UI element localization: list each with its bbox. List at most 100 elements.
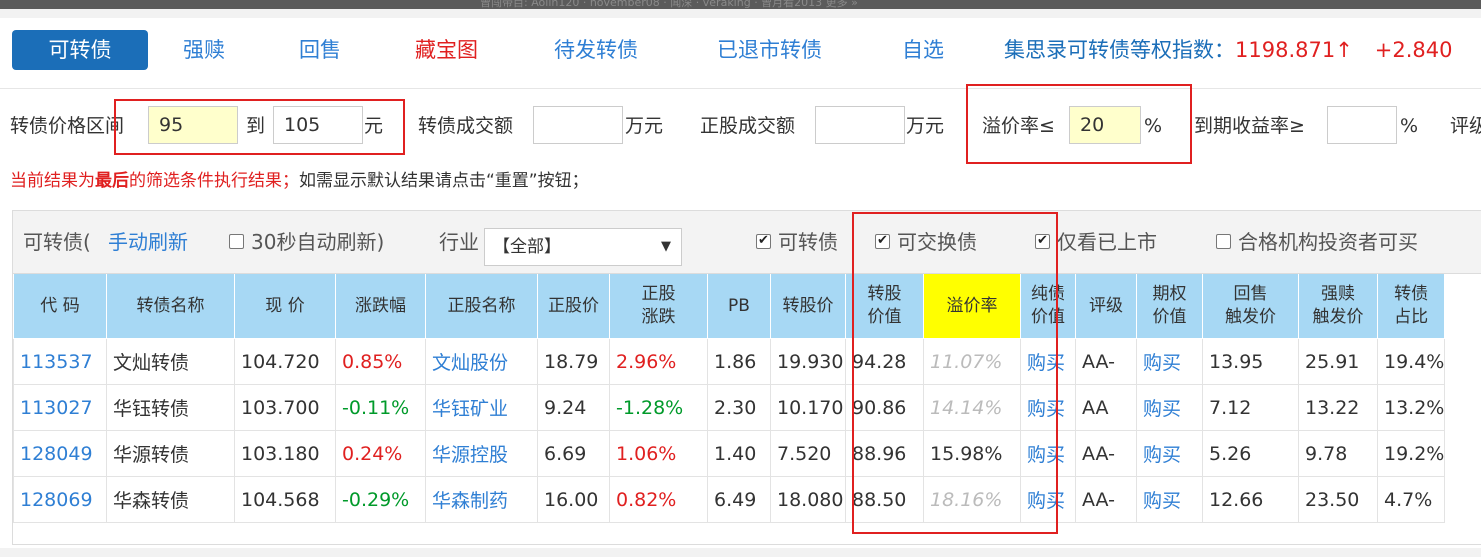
cell-option-value[interactable]: 购买 [1136, 476, 1203, 523]
column-header-conv-price[interactable]: 转股价 [770, 274, 846, 339]
cell-stock-name[interactable]: 文灿股份 [425, 338, 538, 385]
column-header-bond-ratio[interactable]: 转债 占比 [1376, 274, 1446, 339]
cell-stock-price: 6.69 [537, 430, 610, 477]
cell-stock-change: -1.28% [609, 384, 708, 431]
cell-bond-value[interactable]: 购买 [1020, 338, 1076, 385]
ytm-label: 到期收益率≥ [1194, 115, 1305, 137]
cell-code[interactable]: 113027 [13, 384, 107, 431]
premium-unit: % [1144, 115, 1163, 137]
cell-option-value[interactable]: 购买 [1136, 338, 1203, 385]
cb-filter-toggle[interactable]: ✔ 可转债 [756, 222, 838, 262]
exchangeable-filter-toggle[interactable]: ✔ 可交换债 [875, 222, 977, 262]
cell-conv-value: 88.50 [845, 476, 924, 523]
tab-convertible-bonds[interactable]: 可转债 [12, 30, 148, 70]
qualified-filter-toggle[interactable]: 合格机构投资者可买 [1216, 222, 1418, 262]
column-header-stock-price[interactable]: 正股价 [537, 274, 610, 339]
cell-premium: 18.16% [923, 476, 1021, 523]
cell-stock-price: 16.00 [537, 476, 610, 523]
manual-refresh-link[interactable]: 手动刷新 [108, 222, 188, 262]
auto-refresh-checkbox[interactable] [229, 234, 244, 249]
cell-stock-change: 1.06% [609, 430, 708, 477]
stock-volume-label: 正股成交额 [700, 115, 796, 137]
cell-stock-price: 9.24 [537, 384, 610, 431]
column-header-option-value[interactable]: 期权 价值 [1136, 274, 1203, 339]
ytm-unit: % [1400, 115, 1419, 137]
cell-putback-trigger: 12.66 [1202, 476, 1299, 523]
column-header-price[interactable]: 现 价 [234, 274, 336, 339]
table-header-row: 代 码转债名称现 价涨跌幅 正股名称 正股价 正股 涨跌 PB 转股价 转股 价值 溢价率 纯债… [13, 274, 1446, 339]
cell-price: 104.720 [234, 338, 336, 385]
cell-bond-name: 文灿转债 [106, 338, 235, 385]
index-change: +2.840 [1374, 38, 1453, 62]
qualified-filter-checkbox[interactable] [1216, 234, 1231, 249]
column-header-redeem-trigger[interactable]: 强赎 触发价 [1298, 274, 1378, 339]
table-toolbar: 可转债( 手动刷新 30秒自动刷新) 行业 【全部】 ▼ ✔ 可转债 ✔ 可交换债 ✔… [13, 211, 1481, 274]
table-row: 113027 华钰转债 103.700 -0.11% 华钰矿业 9.24 -1.28% 2.3… [13, 384, 1446, 431]
industry-select[interactable]: 【全部】 ▼ [484, 228, 682, 266]
index-display[interactable]: 集思录可转债等权指数：1198.871↑ +2.840 [1004, 30, 1453, 70]
column-header-stock-name[interactable]: 正股名称 [425, 274, 538, 339]
premium-input[interactable]: 20 [1069, 106, 1141, 144]
tab-putback[interactable]: 回售 [299, 30, 341, 70]
column-header-premium[interactable]: 溢价率 [923, 274, 1021, 339]
cell-premium: 11.07% [923, 338, 1021, 385]
cell-pb: 1.40 [707, 430, 771, 477]
cell-conv-value: 88.96 [845, 430, 924, 477]
column-header-bond-value[interactable]: 纯债 价值 [1020, 274, 1076, 339]
price-max-input[interactable]: 105 [273, 106, 363, 144]
cell-pb: 6.49 [707, 476, 771, 523]
cell-stock-change: 0.82% [609, 476, 708, 523]
column-header-stock-change[interactable]: 正股 涨跌 [609, 274, 708, 339]
cell-bond-value[interactable]: 购买 [1020, 430, 1076, 477]
cell-stock-name[interactable]: 华源控股 [425, 430, 538, 477]
tab-delisted[interactable]: 已退市转债 [717, 30, 822, 70]
table-row: 128049 华源转债 103.180 0.24% 华源控股 6.69 1.06% 1.40 7… [13, 430, 1446, 477]
price-range-label: 转债价格区间 [10, 115, 125, 137]
cell-pb: 1.86 [707, 338, 771, 385]
tab-treasure-map[interactable]: 藏宝图 [415, 30, 478, 70]
cell-redeem-trigger: 9.78 [1298, 430, 1378, 477]
cell-option-value[interactable]: 购买 [1136, 430, 1203, 477]
exchangeable-filter-label: 可交换债 [897, 230, 977, 254]
tab-forced-redemption[interactable]: 强赎 [183, 30, 225, 70]
cell-code[interactable]: 128069 [13, 476, 107, 523]
cell-code[interactable]: 128049 [13, 430, 107, 477]
column-header-change[interactable]: 涨跌幅 [335, 274, 426, 339]
table-row: 113537 文灿转债 104.720 0.85% 文灿股份 18.79 2.96% 1.86… [13, 338, 1446, 385]
yuan-unit: 元 [364, 115, 384, 137]
filter-row: 转债价格区间 95 到 105 元 转债成交额 万元 正股成交额 万元 溢价率≤… [0, 106, 1481, 146]
index-label: 集思录可转债等权指数： [1004, 38, 1235, 62]
tab-pending-issue[interactable]: 待发转债 [554, 30, 638, 70]
column-header-rating[interactable]: 评级 [1075, 274, 1137, 339]
exchangeable-filter-checkbox[interactable]: ✔ [875, 234, 890, 249]
auto-refresh-toggle[interactable]: 30秒自动刷新) [229, 222, 384, 262]
column-header-code[interactable]: 代 码 [13, 274, 107, 339]
cell-stock-name[interactable]: 华钰矿业 [425, 384, 538, 431]
column-header-putback-trigger[interactable]: 回售 触发价 [1202, 274, 1299, 339]
cell-bond-ratio: 4.7% [1376, 476, 1446, 523]
ytm-input[interactable] [1327, 106, 1397, 144]
cell-change: -0.11% [335, 384, 426, 431]
listed-filter-checkbox[interactable]: ✔ [1035, 234, 1050, 249]
listed-filter-toggle[interactable]: ✔ 仅看已上市 [1035, 222, 1157, 262]
industry-select-value: 【全部】 [493, 237, 561, 257]
column-header-conv-value[interactable]: 转股 价值 [845, 274, 924, 339]
stock-volume-input[interactable] [815, 106, 905, 144]
column-header-pb[interactable]: PB [707, 274, 771, 339]
cb-filter-checkbox[interactable]: ✔ [756, 234, 771, 249]
cell-bond-value[interactable]: 购买 [1020, 384, 1076, 431]
tab-watchlist[interactable]: 自选 [902, 30, 944, 70]
cell-option-value[interactable]: 购买 [1136, 384, 1203, 431]
top-strip-text: 曾闯带目: Aolin120 · november08 · 闻深 · verak… [480, 0, 858, 9]
bond-table-panel: 可转债( 手动刷新 30秒自动刷新) 行业 【全部】 ▼ ✔ 可转债 ✔ 可交换债 ✔… [12, 210, 1481, 545]
column-header-bond-name[interactable]: 转债名称 [106, 274, 235, 339]
cell-stock-name[interactable]: 华森制药 [425, 476, 538, 523]
cb-volume-input[interactable] [533, 106, 623, 144]
nav-bar: 可转债 强赎 回售 藏宝图 待发转债 已退市转债 自选 集思录可转债等权指数：1… [0, 18, 1481, 89]
price-min-input[interactable]: 95 [148, 106, 238, 144]
main-panel: 可转债 强赎 回售 藏宝图 待发转债 已退市转债 自选 集思录可转债等权指数：1… [0, 18, 1481, 548]
cell-redeem-trigger: 23.50 [1298, 476, 1378, 523]
premium-label: 溢价率≤ [982, 115, 1055, 137]
cell-bond-value[interactable]: 购买 [1020, 476, 1076, 523]
cell-code[interactable]: 113537 [13, 338, 107, 385]
